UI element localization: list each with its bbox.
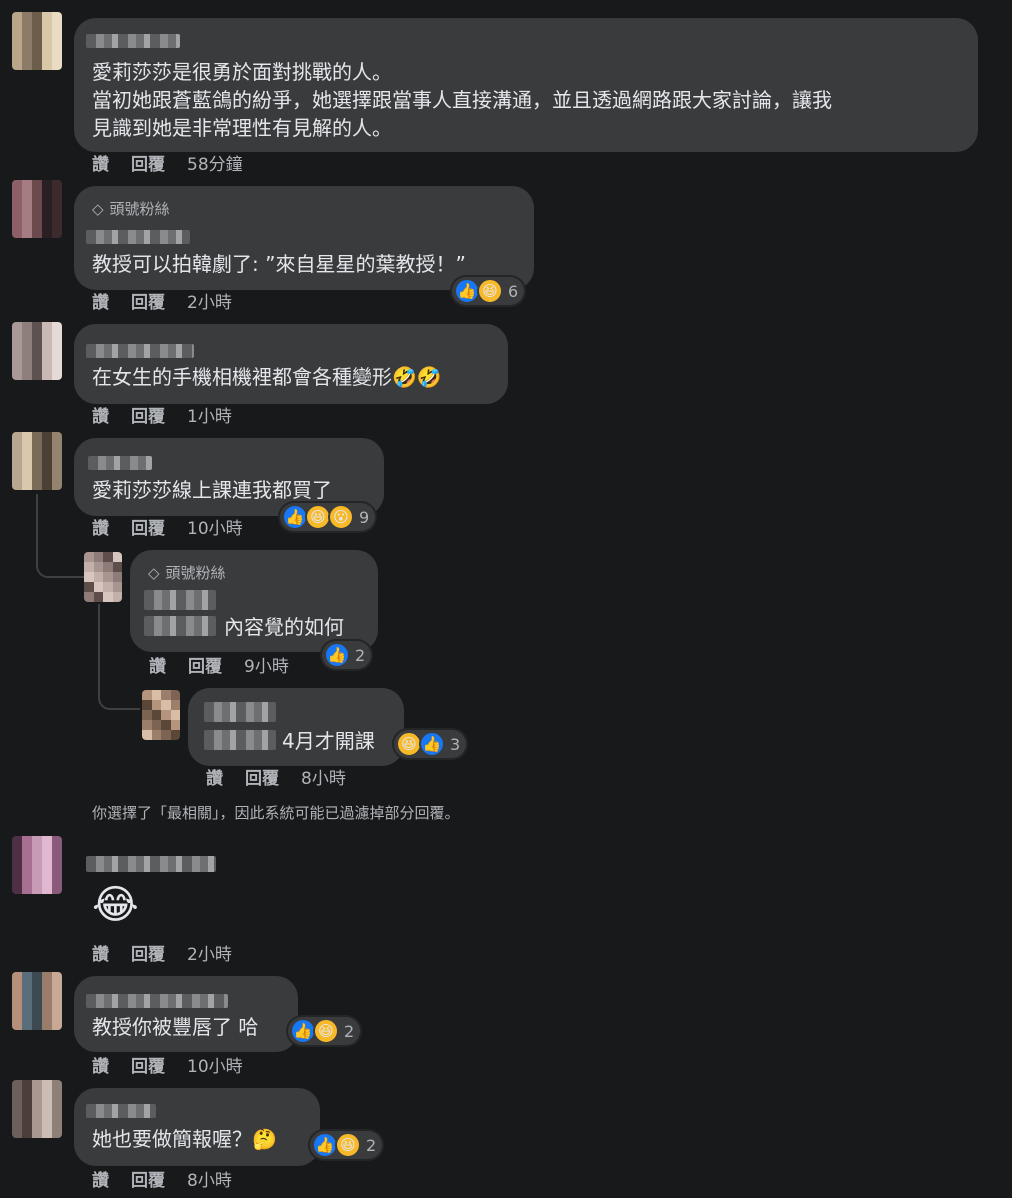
comment-actions: 讚 回覆 10小時 <box>92 1056 243 1078</box>
author-name[interactable] <box>86 344 194 358</box>
reaction-count: 3 <box>450 734 461 754</box>
avatar[interactable] <box>12 322 62 380</box>
like-button[interactable]: 讚 <box>92 155 109 175</box>
reply-bubble: ◇ 頭號粉絲 內容覺的如何 <box>130 550 378 652</box>
reaction-count: 6 <box>508 281 519 301</box>
timestamp[interactable]: 2小時 <box>187 293 232 313</box>
reaction-count: 2 <box>366 1135 377 1155</box>
avatar[interactable] <box>12 180 62 238</box>
author-name[interactable] <box>88 456 152 470</box>
timestamp[interactable]: 8小時 <box>301 769 346 789</box>
reply-button[interactable]: 回覆 <box>131 293 165 313</box>
comment-bubble: ◇ 頭號粉絲 教授可以拍韓劇了: ”來自星星的葉教授！” <box>74 186 534 290</box>
timestamp[interactable]: 10小時 <box>187 519 243 539</box>
diamond-icon: ◇ <box>148 564 160 582</box>
author-name[interactable] <box>144 590 216 610</box>
avatar[interactable] <box>12 432 62 490</box>
comment-text: 當初她跟蒼藍鴿的紛爭，她選擇跟當事人直接溝通，並且透過網路跟大家討論，讓我 <box>92 88 832 112</box>
author-name[interactable] <box>144 616 216 636</box>
timestamp[interactable]: 9小時 <box>244 657 289 677</box>
like-button[interactable]: 讚 <box>92 407 109 427</box>
reply-button[interactable]: 回覆 <box>131 945 165 965</box>
author-name[interactable] <box>86 1104 156 1118</box>
comment-actions: 讚 回覆 8小時 <box>92 1170 232 1192</box>
comment-actions: 讚 回覆 2小時 <box>92 292 232 314</box>
reply-button[interactable]: 回覆 <box>188 657 222 677</box>
comment-text: 她也要做簡報喔？🤔 <box>92 1127 277 1151</box>
avatar[interactable] <box>84 552 122 602</box>
reaction-summary[interactable]: 😆 👍 3 <box>394 730 467 758</box>
comment-text: 愛莉莎莎是很勇於面對挑戰的人。 <box>92 60 392 84</box>
timestamp[interactable]: 1小時 <box>187 407 232 427</box>
reply-button[interactable]: 回覆 <box>245 769 279 789</box>
top-fan-badge: ◇ 頭號粉絲 <box>92 200 170 218</box>
haha-icon: 😆 <box>477 278 503 304</box>
reaction-summary[interactable]: 👍 😆 😮 9 <box>280 503 376 531</box>
author-name[interactable] <box>204 702 276 722</box>
author-name[interactable] <box>86 230 190 244</box>
timestamp[interactable]: 10小時 <box>187 1057 243 1077</box>
comment-actions: 讚 回覆 9小時 <box>149 656 289 678</box>
timestamp[interactable]: 8小時 <box>187 1171 232 1191</box>
author-name[interactable] <box>86 34 180 48</box>
comment-text: 在女生的手機相機裡都會各種變形🤣🤣 <box>92 365 442 389</box>
avatar[interactable] <box>12 836 62 894</box>
haha-icon: 😆 <box>313 1018 339 1044</box>
reply-button[interactable]: 回覆 <box>131 407 165 427</box>
reply-button[interactable]: 回覆 <box>131 1171 165 1191</box>
emoji-comment: 😂 <box>92 882 139 928</box>
like-button[interactable]: 讚 <box>92 945 109 965</box>
comment-text: 4月才開課 <box>282 729 375 753</box>
like-button[interactable]: 讚 <box>92 1171 109 1191</box>
timestamp[interactable]: 2小時 <box>187 945 232 965</box>
comment-text: 見識到她是非常理性有見解的人。 <box>92 116 392 140</box>
reply-button[interactable]: 回覆 <box>131 519 165 539</box>
author-name[interactable] <box>86 856 216 872</box>
like-button[interactable]: 讚 <box>92 519 109 539</box>
filter-notice: 你選擇了「最相關」，因此系統可能已過濾掉部分回覆。 <box>92 804 460 822</box>
avatar[interactable] <box>12 12 62 70</box>
reply-bubble: 4月才開課 <box>188 688 404 766</box>
avatar[interactable] <box>12 1080 62 1138</box>
comment-actions: 讚 回覆 2小時 <box>92 944 232 966</box>
reply-button[interactable]: 回覆 <box>131 155 165 175</box>
comment-actions: 讚 回覆 58分鐘 <box>92 154 243 176</box>
diamond-icon: ◇ <box>92 200 104 218</box>
comment-text: 內容覺的如何 <box>224 615 344 639</box>
avatar[interactable] <box>142 690 180 740</box>
like-button[interactable]: 讚 <box>149 657 166 677</box>
haha-icon: 😆 <box>335 1132 361 1158</box>
avatar[interactable] <box>12 972 62 1030</box>
top-fan-badge: ◇ 頭號粉絲 <box>148 564 226 582</box>
reaction-count: 9 <box>359 507 370 527</box>
like-button[interactable]: 讚 <box>92 293 109 313</box>
reaction-summary[interactable]: 👍 😆 6 <box>452 277 525 305</box>
author-name[interactable] <box>204 730 276 750</box>
like-button[interactable]: 讚 <box>92 1057 109 1077</box>
comment-bubble: 她也要做簡報喔？🤔 <box>74 1088 320 1166</box>
comment-actions: 讚 回覆 8小時 <box>206 768 346 790</box>
timestamp[interactable]: 58分鐘 <box>187 155 243 175</box>
like-icon: 👍 <box>419 731 445 757</box>
reaction-count: 2 <box>344 1021 355 1041</box>
wow-icon: 😮 <box>328 504 354 530</box>
comment-text: 愛莉莎莎線上課連我都買了 <box>92 478 332 502</box>
like-icon: 👍 <box>324 642 350 668</box>
comment-bubble: 在女生的手機相機裡都會各種變形🤣🤣 <box>74 324 508 404</box>
reply-button[interactable]: 回覆 <box>131 1057 165 1077</box>
comment-bubble: 教授你被豐唇了 哈 <box>74 976 298 1052</box>
comment-text: 教授可以拍韓劇了: ”來自星星的葉教授！” <box>92 252 466 276</box>
author-name[interactable] <box>86 994 228 1008</box>
like-button[interactable]: 讚 <box>206 769 223 789</box>
reaction-summary[interactable]: 👍 😆 2 <box>288 1017 361 1045</box>
comment-text: 教授你被豐唇了 哈 <box>92 1015 259 1039</box>
reaction-summary[interactable]: 👍 😆 2 <box>310 1131 383 1159</box>
reaction-count: 2 <box>355 645 366 665</box>
reaction-summary[interactable]: 👍 2 <box>322 641 372 669</box>
thread-line <box>36 494 84 578</box>
comment-actions: 讚 回覆 10小時 <box>92 518 243 540</box>
comment-bubble: 愛莉莎莎是很勇於面對挑戰的人。 當初她跟蒼藍鴿的紛爭，她選擇跟當事人直接溝通，並… <box>74 18 978 152</box>
comment-actions: 讚 回覆 1小時 <box>92 406 232 428</box>
